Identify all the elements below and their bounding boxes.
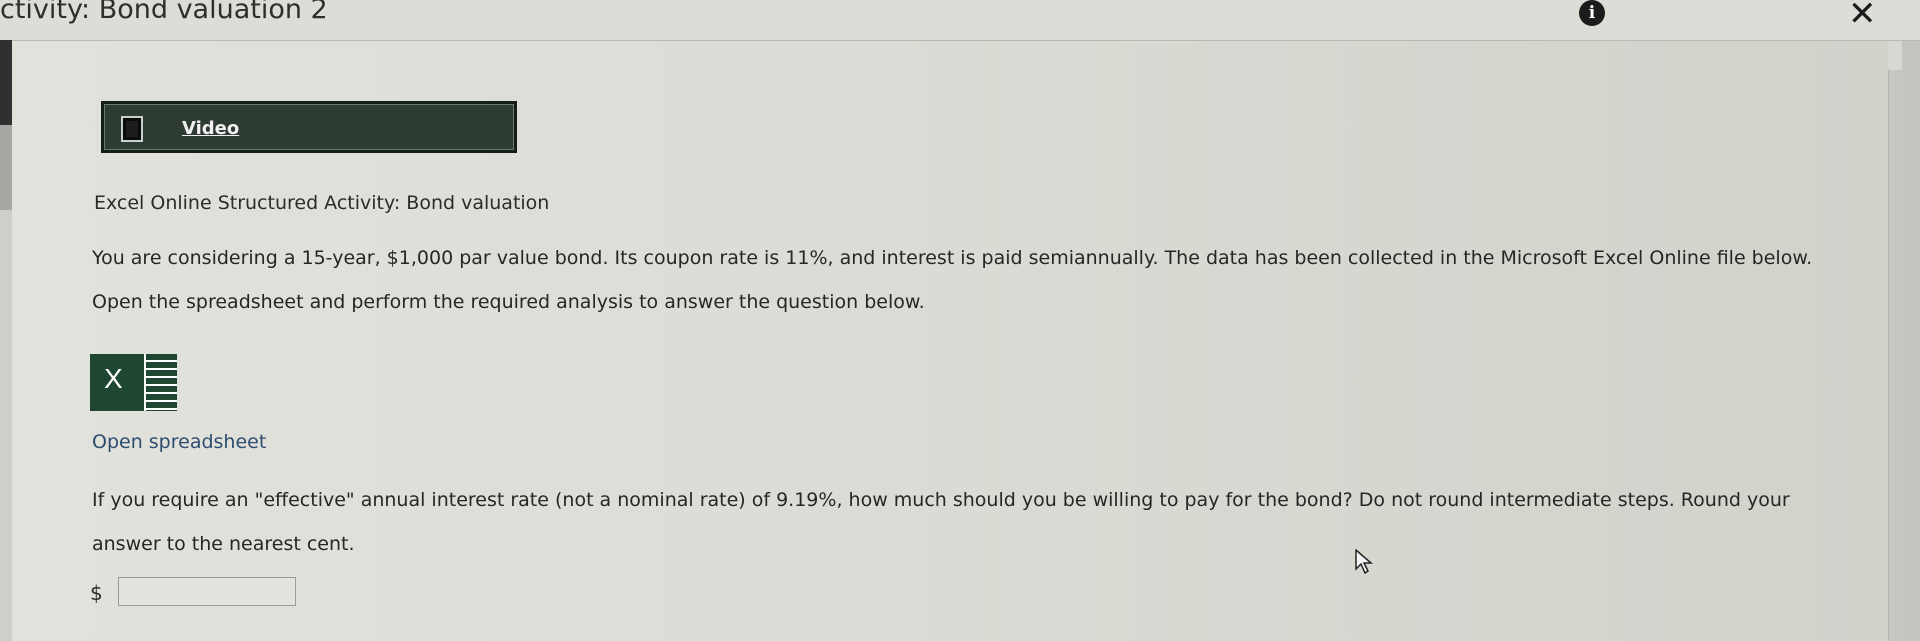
close-icon[interactable]: ✕	[1848, 0, 1877, 32]
mouse-pointer-icon	[1355, 549, 1374, 575]
left-edge-panel	[0, 40, 12, 641]
film-icon	[121, 116, 143, 142]
excel-icon-badge: X	[90, 354, 144, 411]
title-bar: ctivity: Bond valuation 2 i ✕	[0, 0, 1920, 41]
vertical-scrollbar[interactable]	[1888, 70, 1903, 641]
excel-icon-sheet	[144, 354, 177, 411]
video-button[interactable]: Video	[101, 101, 517, 153]
question-text: If you require an "effective" annual int…	[92, 489, 1790, 555]
open-spreadsheet-link[interactable]: Open spreadsheet	[92, 431, 266, 453]
info-icon[interactable]: i	[1579, 0, 1605, 26]
window-title: ctivity: Bond valuation 2	[0, 0, 328, 25]
answer-input[interactable]	[118, 577, 296, 606]
excel-icon-letter: X	[104, 363, 123, 394]
right-edge-panel	[1902, 41, 1920, 641]
activity-paragraph: You are considering a 15-year, $1,000 pa…	[92, 247, 1813, 313]
video-label: Video	[182, 118, 240, 139]
activity-heading: Excel Online Structured Activity: Bond v…	[94, 192, 550, 214]
excel-icon[interactable]: X	[90, 354, 177, 411]
currency-symbol: $	[90, 581, 103, 605]
